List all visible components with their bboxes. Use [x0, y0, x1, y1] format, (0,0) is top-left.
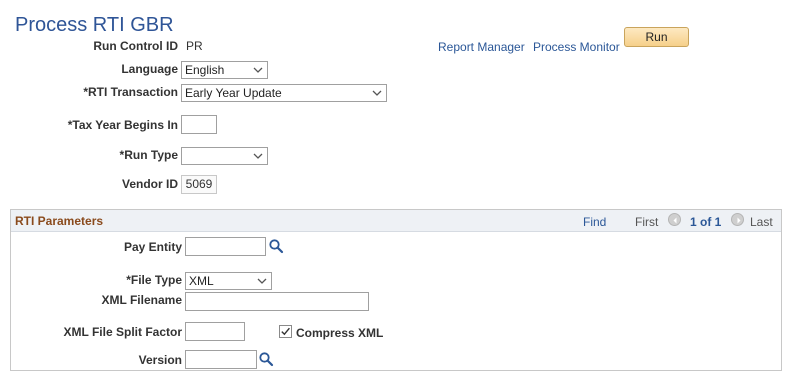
run-button[interactable]: Run [624, 27, 689, 47]
next-arrow-icon[interactable] [731, 213, 744, 226]
chevron-down-icon [253, 67, 263, 73]
pay-entity-label: Pay Entity [123, 240, 182, 254]
row-counter: 1 of 1 [690, 215, 722, 229]
rti-parameters-header [11, 210, 781, 232]
process-monitor-link[interactable]: Process Monitor [533, 40, 620, 54]
rti-transaction-select[interactable]: Early Year Update [181, 84, 387, 102]
find-link[interactable]: Find [583, 215, 606, 229]
run-control-id-value: PR [186, 39, 203, 53]
previous-arrow-icon[interactable] [668, 213, 681, 226]
run-type-label: *Run Type [119, 148, 178, 162]
language-select[interactable]: English [181, 61, 268, 79]
rti-transaction-value: Early Year Update [185, 86, 282, 100]
file-type-select[interactable]: XML [185, 272, 272, 290]
split-factor-input[interactable] [185, 322, 245, 341]
chevron-down-icon [372, 90, 382, 96]
run-type-select[interactable] [181, 147, 268, 165]
pay-entity-input[interactable] [185, 237, 266, 256]
compress-xml-label: Compress XML [296, 326, 384, 340]
rti-parameters-panel [10, 209, 782, 371]
xml-filename-label: XML Filename [101, 293, 182, 307]
language-value: English [185, 63, 225, 77]
page-title: Process RTI GBR [15, 14, 174, 36]
xml-filename-input[interactable] [185, 292, 369, 311]
vendor-id-value: 5069 [181, 175, 217, 194]
file-type-value: XML [189, 274, 214, 288]
magnifier-icon[interactable] [258, 351, 274, 367]
checkmark-icon [281, 327, 290, 336]
version-input[interactable] [185, 350, 257, 369]
version-label: Version [138, 353, 182, 367]
run-control-id-label: Run Control ID [93, 39, 178, 53]
last-label: Last [750, 215, 773, 229]
rti-parameters-title: RTI Parameters [15, 214, 104, 228]
magnifier-icon[interactable] [268, 238, 284, 254]
rti-transaction-label: *RTI Transaction [83, 85, 178, 99]
tax-year-input[interactable] [181, 115, 217, 134]
report-manager-link[interactable]: Report Manager [438, 40, 525, 54]
chevron-down-icon [257, 278, 267, 284]
first-label: First [635, 215, 659, 229]
compress-xml-checkbox[interactable] [279, 325, 292, 338]
chevron-down-icon [253, 153, 263, 159]
vendor-id-label: Vendor ID [121, 177, 178, 191]
file-type-label: *File Type [126, 273, 182, 287]
split-factor-label: XML File Split Factor [63, 325, 182, 339]
language-label: Language [121, 62, 178, 76]
tax-year-label: *Tax Year Begins In [67, 118, 178, 132]
